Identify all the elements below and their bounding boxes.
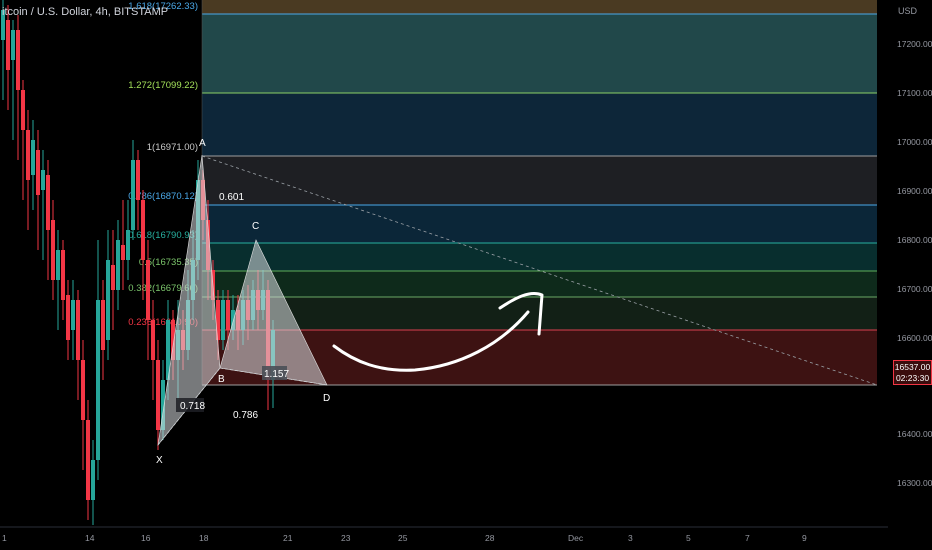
candle-body (221, 300, 225, 340)
candle-body (136, 160, 140, 200)
chart-canvas[interactable]: 1.618(17262.33) 1.272(17099.22) 1(16971.… (0, 0, 932, 550)
price-tick: 16600.00 (897, 333, 932, 343)
candle-body (121, 245, 125, 260)
candle-body (66, 295, 70, 340)
date-tick: 5 (686, 533, 691, 543)
price-tick: 16400.00 (897, 429, 932, 439)
date-tick: 23 (341, 533, 351, 543)
candle-body (146, 260, 150, 320)
candle-body (6, 20, 10, 70)
candle-body (71, 300, 75, 330)
ratio-bcd-label: 0.786 (233, 410, 258, 421)
date-tick: 3 (628, 533, 633, 543)
countdown-timer: 02:23:30 (895, 373, 930, 383)
date-tick: 7 (745, 533, 750, 543)
candle-body (51, 220, 55, 280)
candle-body (226, 300, 230, 330)
date-tick: 18 (199, 533, 209, 543)
chart-title[interactable]: itcoin / U.S. Dollar, 4h, BITSTAMP (2, 6, 168, 18)
candle-body (31, 140, 35, 175)
point-a-label: A (199, 138, 206, 149)
fib-label-1272: 1.272(17099.22) (128, 80, 198, 91)
ratio-abc-label: 0.601 (219, 192, 244, 203)
price-tick: 17100.00 (897, 88, 932, 98)
point-c-label: C (252, 221, 259, 232)
candle-body (86, 420, 90, 500)
candle-body (46, 175, 50, 230)
candle-body (16, 30, 20, 90)
date-tick: 25 (398, 533, 408, 543)
candle-body (26, 130, 30, 180)
point-d-label: D (323, 393, 330, 404)
candle-body (116, 240, 120, 290)
ratio-xab-label: 0.718 (180, 401, 205, 412)
fib-label-0618: 0.618(16790.93) (128, 230, 198, 241)
candle-body (141, 200, 145, 260)
date-tick: 14 (85, 533, 95, 543)
date-tick: 21 (283, 533, 293, 543)
candle-body (76, 300, 80, 360)
candle-body (56, 250, 60, 280)
price-tick: 16300.00 (897, 478, 932, 488)
price-tick: 16700.00 (897, 284, 932, 294)
currency-label: USD (898, 6, 918, 16)
candle-body (101, 300, 105, 350)
candle-body (41, 170, 45, 190)
price-axis[interactable]: 17200.00 17100.00 17000.00 16900.00 1680… (888, 0, 932, 550)
candle-body (151, 320, 155, 360)
time-axis[interactable]: 1 14 16 18 21 23 25 28 Dec 3 5 7 9 (0, 526, 888, 543)
candle-body (96, 300, 100, 460)
last-price-value: 16537.00 (894, 362, 931, 372)
fib-label-1: 1(16971.00) (147, 142, 198, 153)
date-tick: 16 (141, 533, 151, 543)
candle-body (81, 360, 85, 420)
candle-body (61, 250, 65, 300)
candle-body (36, 150, 40, 195)
candle-body (126, 230, 130, 260)
candle-body (131, 160, 135, 230)
date-tick: 9 (802, 533, 807, 543)
candle-body (11, 30, 15, 60)
ratio-xad-label: 1.157 (264, 369, 289, 380)
date-tick: Dec (568, 533, 584, 543)
candle-body (156, 360, 160, 430)
candle-body (111, 265, 115, 290)
candle-body (21, 90, 25, 130)
date-tick: 28 (485, 533, 495, 543)
date-tick: 1 (2, 533, 7, 543)
price-tick: 16800.00 (897, 235, 932, 245)
price-tick: 17200.00 (897, 39, 932, 49)
candle-body (91, 460, 95, 500)
price-tick: 16900.00 (897, 186, 932, 196)
candle-body (106, 260, 110, 340)
price-tick: 17000.00 (897, 137, 932, 147)
point-x-label: X (156, 455, 163, 466)
last-price-badge: 16537.00 02:23:30 (893, 360, 932, 385)
point-b-label: B (218, 374, 225, 385)
